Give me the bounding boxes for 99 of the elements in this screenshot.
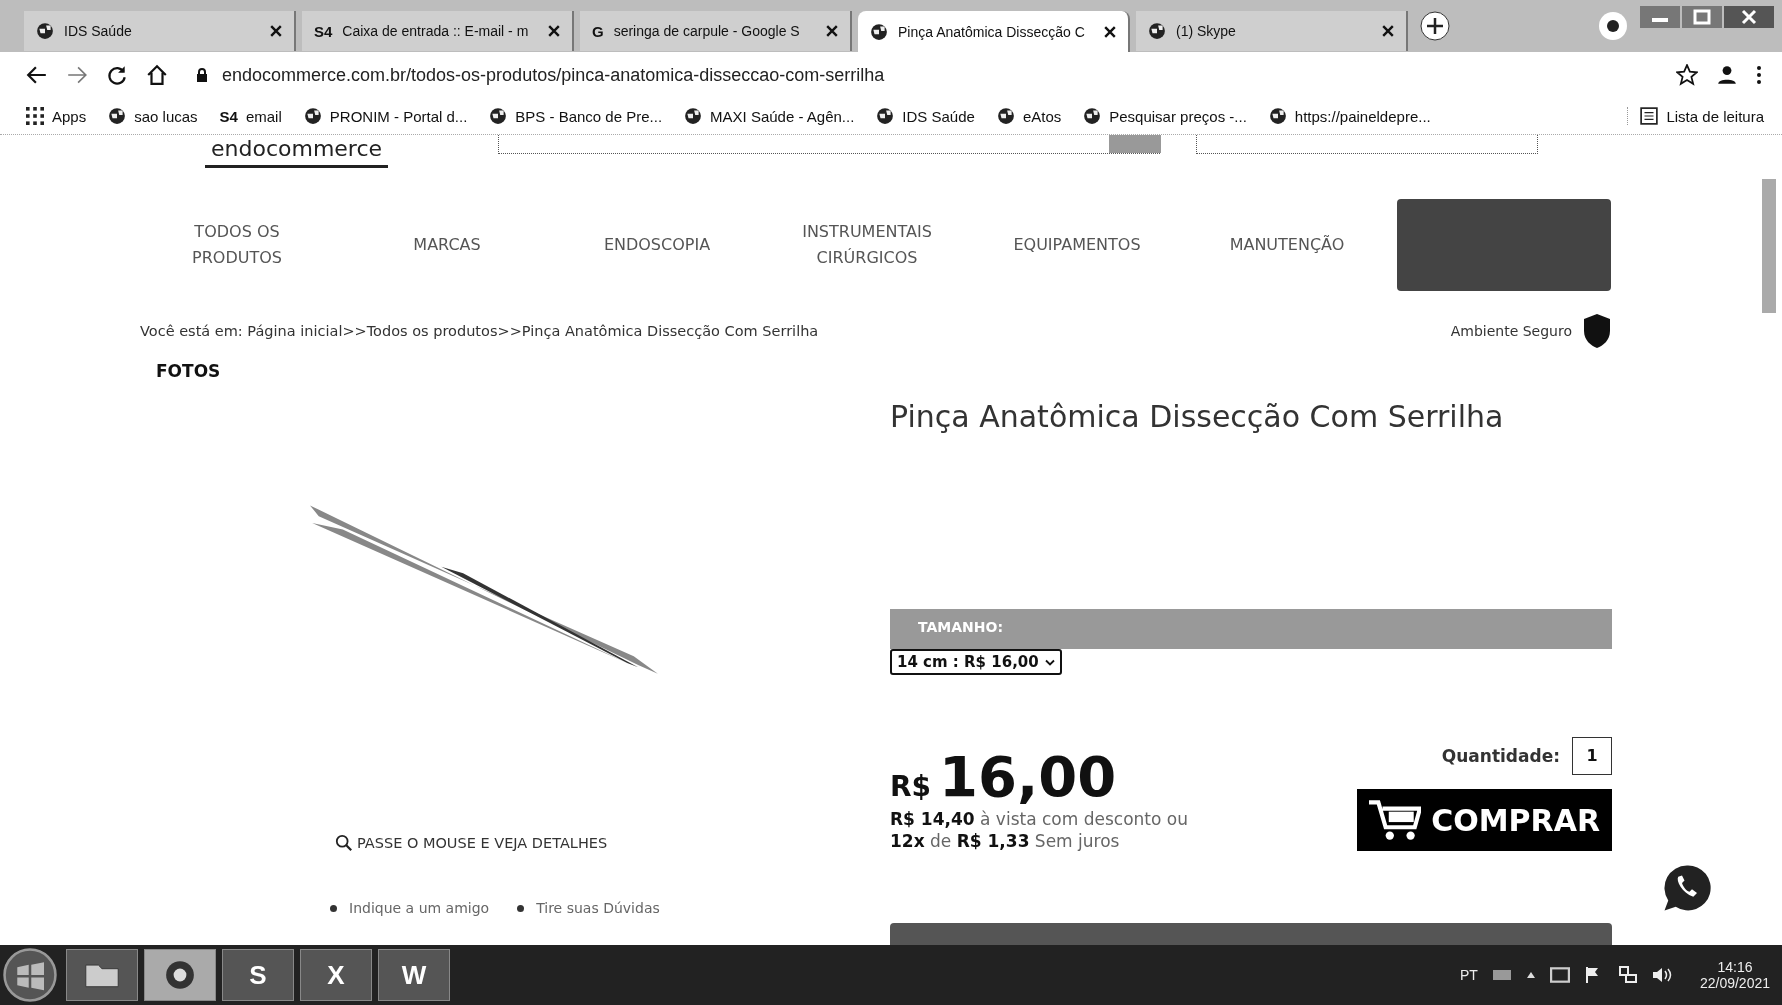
bookmark-item[interactable]: S4 email: [219, 107, 282, 125]
taskbar-app[interactable]: [66, 949, 138, 1001]
globe-icon: [876, 107, 895, 125]
browser-tab[interactable]: G seringa de carpule - Google S: [580, 11, 852, 51]
browser-tab[interactable]: Pinça Anatômica Dissecção C: [858, 11, 1130, 53]
globe-icon: [489, 107, 508, 125]
reading-list-button[interactable]: Lista de leitura: [1627, 107, 1764, 125]
close-icon[interactable]: [1724, 6, 1774, 28]
product-title: Pinça Anatômica Dissecção Com Serrilha: [890, 399, 1505, 434]
globe-icon: [684, 107, 703, 125]
cart-icon: [1369, 799, 1422, 841]
nav-link[interactable]: MANUTENÇÃO: [1182, 232, 1392, 258]
globe-icon: [870, 23, 888, 41]
taskbar-app[interactable]: [144, 949, 216, 1001]
bookmark-item[interactable]: MAXI Saúde - Agên...: [684, 107, 855, 125]
apps-grid-icon: [26, 107, 44, 125]
start-button-icon[interactable]: [0, 947, 60, 1003]
currency-label: R$: [890, 770, 932, 803]
nav-link[interactable]: MARCAS: [342, 232, 552, 258]
size-dropdown[interactable]: 14 cm : R$ 16,00: [890, 649, 1062, 675]
globe-icon: [36, 22, 54, 40]
globe-icon: [1083, 107, 1102, 125]
close-icon[interactable]: [1104, 26, 1116, 38]
list-icon: [1640, 107, 1659, 125]
nav-link[interactable]: INSTRUMENTAIS CIRÚRGICOS: [762, 219, 972, 271]
tab-title: seringa de carpule - Google S: [613, 23, 801, 39]
browser-tab[interactable]: S4 Caixa de entrada :: E-mail - m: [302, 11, 574, 51]
clock[interactable]: 14:16 22/09/2021: [1699, 959, 1770, 991]
home-icon[interactable]: [146, 64, 168, 86]
taskbar-app[interactable]: S: [222, 949, 294, 1001]
close-icon[interactable]: [548, 25, 560, 37]
tab-title: Caixa de entrada :: E-mail - m: [342, 23, 530, 39]
forward-icon[interactable]: [66, 64, 88, 86]
zoom-hint: PASSE O MOUSE E VEJA DETALHES: [357, 835, 608, 851]
globe-icon: [1148, 22, 1166, 40]
bookmark-item[interactable]: eAtos: [996, 107, 1062, 125]
reload-icon[interactable]: [106, 64, 128, 86]
product-link[interactable]: Tire suas Dúvidas: [517, 900, 660, 916]
taskbar-app[interactable]: X: [300, 949, 372, 1001]
favicon-glyph: S4: [219, 107, 238, 125]
browser-tab[interactable]: IDS Saúde: [24, 11, 296, 51]
installment-text: 12x de R$ 1,33 Sem juros: [890, 831, 1121, 851]
lock-icon: [196, 68, 208, 82]
favicon-glyph: G: [592, 22, 604, 40]
profile-icon[interactable]: [1716, 64, 1738, 86]
caret-up-icon[interactable]: [1525, 971, 1536, 979]
section-heading: FOTOS: [156, 361, 222, 381]
back-icon[interactable]: [26, 64, 48, 86]
bookmark-item[interactable]: IDS Saúde: [876, 107, 975, 125]
window-icon[interactable]: [1549, 966, 1570, 984]
product-link[interactable]: Indique a um amigo: [330, 900, 490, 916]
network-icon[interactable]: [1617, 966, 1638, 984]
globe-icon: [996, 107, 1015, 125]
secure-label: Ambiente Seguro: [1450, 323, 1572, 339]
search-icon: [335, 834, 353, 852]
menu-icon[interactable]: [1756, 65, 1762, 85]
scroll-thumb[interactable]: [1762, 179, 1776, 313]
bookmark-item[interactable]: sao lucas: [108, 107, 198, 125]
size-label: TAMANHO:: [890, 609, 1612, 649]
breadcrumb: Você está em: Página inicial>>Todos os produtos>>Pinça Anatômica Dissecção Com Serrilha: [140, 323, 819, 339]
favicon-glyph: S4: [314, 22, 333, 40]
search-field[interactable]: [498, 135, 1161, 154]
tab-title: (1) Skype: [1176, 23, 1237, 39]
globe-icon: [108, 107, 127, 125]
bookmark-item[interactable]: Apps: [26, 107, 87, 125]
bookmark-item[interactable]: PRONIM - Portal d...: [303, 107, 468, 125]
taskbar-app[interactable]: W: [378, 949, 450, 1001]
star-icon[interactable]: [1676, 64, 1698, 86]
shield-icon: [1582, 313, 1612, 349]
maximize-icon[interactable]: [1682, 6, 1722, 28]
address-field[interactable]: endocommerce.com.br/todos-os-produtos/pinca-anatomica-disseccao-com-serrilha: [186, 57, 1658, 93]
bookmark-item[interactable]: https://paineldepre...: [1268, 107, 1431, 125]
tab-title: Pinça Anatômica Dissecção C: [898, 24, 1086, 40]
tab-title: IDS Saúde: [64, 23, 133, 39]
speaker-icon[interactable]: [1651, 966, 1672, 984]
close-icon[interactable]: [826, 25, 838, 37]
bookmark-item[interactable]: BPS - Banco de Pre...: [489, 107, 663, 125]
buy-button[interactable]: COMPRAR: [1357, 789, 1612, 851]
globe-icon: [303, 107, 322, 125]
language-indicator[interactable]: PT: [1460, 967, 1478, 983]
cash-price-text: R$ 14,40 à vista com desconto ou: [890, 809, 1188, 829]
nav-link[interactable]: EQUIPAMENTOS: [972, 232, 1182, 258]
site-logo[interactable]: endocommerce: [205, 135, 389, 168]
phone-chat-icon[interactable]: [1662, 863, 1712, 913]
globe-icon: [1268, 107, 1287, 125]
browser-tab[interactable]: (1) Skype: [1136, 11, 1408, 51]
cart-box[interactable]: [1196, 135, 1539, 154]
bookmark-item[interactable]: Pesquisar preços -...: [1083, 107, 1247, 125]
price: 16,00: [939, 747, 1117, 807]
close-icon[interactable]: [270, 25, 282, 37]
chevron-down-icon: [1044, 658, 1055, 666]
nav-link[interactable]: ENDOSCOPIA: [552, 232, 762, 258]
profile-icon[interactable]: [1598, 11, 1628, 41]
quantity-label: Quantidade:: [1441, 746, 1560, 766]
minimize-icon[interactable]: [1640, 6, 1680, 28]
close-icon[interactable]: [1382, 25, 1394, 37]
plus-icon[interactable]: [1420, 11, 1450, 41]
nav-link[interactable]: TODOS OS PRODUTOS: [132, 219, 342, 271]
quantity-field[interactable]: 1: [1572, 737, 1612, 775]
